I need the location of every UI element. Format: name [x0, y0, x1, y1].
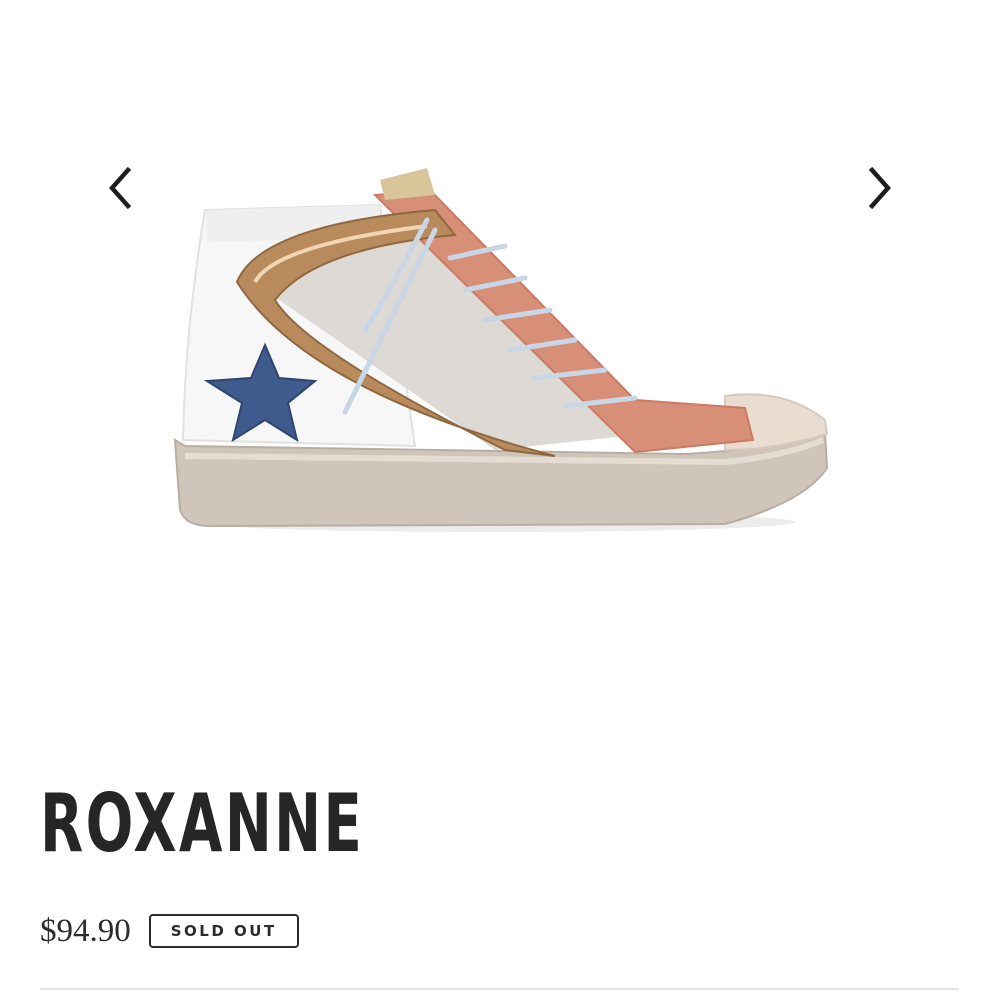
sold-out-badge: SOLD OUT [148, 914, 299, 948]
divider [40, 988, 959, 990]
product-price: $94.90 [40, 913, 131, 949]
next-image-button[interactable] [852, 160, 908, 216]
chevron-left-icon [108, 166, 132, 210]
previous-image-button[interactable] [92, 160, 148, 216]
product-image-gallery [0, 0, 999, 720]
product-title: ROXANNE [40, 777, 365, 870]
price-row: $94.90 SOLD OUT [40, 910, 299, 952]
chevron-right-icon [868, 166, 892, 210]
sneaker-image [173, 168, 829, 532]
